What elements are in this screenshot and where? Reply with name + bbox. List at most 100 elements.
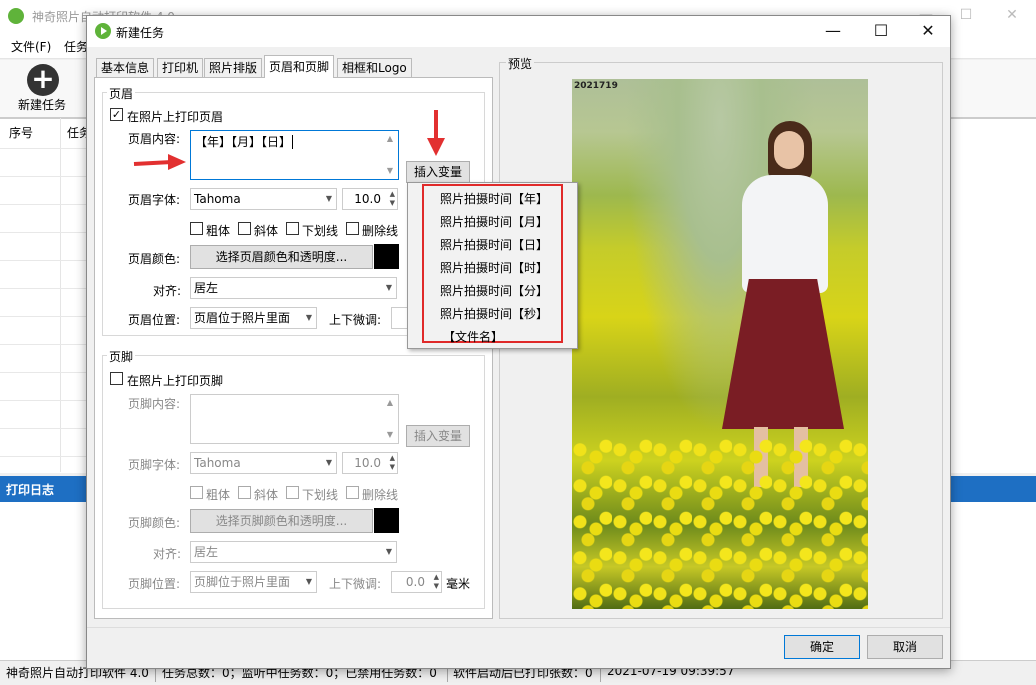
- footer-print-checkbox-label[interactable]: 在照片上打印页脚: [127, 372, 223, 389]
- footer-offset-spinner[interactable]: 0.0 ▲ ▼: [391, 571, 442, 593]
- menu-item-shoot-hour[interactable]: 照片拍摄时间【时】: [440, 259, 548, 276]
- row-line: [0, 456, 90, 457]
- photo-shirt: [742, 175, 828, 293]
- footer-color-label: 页脚颜色:: [128, 516, 181, 530]
- header-offset-label: 上下微调:: [329, 313, 382, 327]
- footer-size-value: 10.0: [354, 456, 381, 470]
- footer-underline-label[interactable]: 下划线: [302, 486, 338, 503]
- header-print-checkbox[interactable]: ✓: [110, 108, 123, 121]
- scroll-up-icon[interactable]: ▲: [383, 134, 397, 143]
- menu-task[interactable]: 任务: [64, 38, 88, 55]
- footer-bold-checkbox[interactable]: [190, 486, 203, 499]
- header-position-label: 页眉位置:: [128, 313, 181, 327]
- tab-basic-info[interactable]: 基本信息: [96, 58, 155, 77]
- tab-header-footer[interactable]: 页眉和页脚: [264, 55, 335, 78]
- menu-file[interactable]: 文件(F): [11, 38, 51, 55]
- footer-offset-value: 0.0: [405, 575, 425, 589]
- header-bold-label[interactable]: 粗体: [206, 222, 230, 239]
- tab-photo-layout[interactable]: 照片排版: [204, 58, 263, 77]
- header-position-select[interactable]: 页眉位于照片里面 ▼: [190, 307, 317, 329]
- menu-item-shoot-month[interactable]: 照片拍摄时间【月】: [440, 213, 548, 230]
- header-italic-checkbox[interactable]: [238, 222, 251, 235]
- ok-button[interactable]: 确定: [784, 635, 860, 659]
- header-print-checkbox-label[interactable]: 在照片上打印页眉: [127, 108, 223, 125]
- dialog-minimize-icon[interactable]: —: [818, 20, 848, 42]
- header-italic-label[interactable]: 斜体: [254, 222, 278, 239]
- row-line: [0, 232, 90, 233]
- footer-position-value: 页脚位于照片里面: [194, 575, 291, 589]
- footer-position-select[interactable]: 页脚位于照片里面 ▼: [190, 571, 317, 593]
- cancel-button[interactable]: 取消: [867, 635, 943, 659]
- footer-color-button[interactable]: 选择页脚颜色和透明度...: [190, 509, 373, 533]
- footer-position-label: 页脚位置:: [128, 577, 181, 591]
- preview-group-title: 预览: [506, 55, 535, 72]
- add-icon[interactable]: +: [27, 64, 59, 96]
- footer-underline-checkbox[interactable]: [286, 486, 299, 499]
- header-align-select[interactable]: 居左 ▼: [190, 277, 397, 299]
- footer-size-spinner[interactable]: 10.0 ▲ ▼: [342, 452, 398, 474]
- header-font-label: 页眉字体:: [128, 193, 181, 207]
- row-line: [0, 204, 90, 205]
- scroll-down-icon[interactable]: ▼: [383, 430, 397, 439]
- footer-strikethrough-label[interactable]: 删除线: [362, 486, 398, 503]
- footer-content-textarea[interactable]: [190, 394, 399, 444]
- header-font-select[interactable]: Tahoma ▼: [190, 188, 337, 210]
- header-color-button[interactable]: 选择页眉颜色和透明度...: [190, 245, 373, 269]
- footer-align-select[interactable]: 居左 ▼: [190, 541, 397, 563]
- close-icon[interactable]: ✕: [1002, 6, 1022, 24]
- header-strikethrough-label[interactable]: 删除线: [362, 222, 398, 239]
- row-line: [0, 288, 90, 289]
- footer-offset-label: 上下微调:: [329, 577, 382, 591]
- header-underline-checkbox[interactable]: [286, 222, 299, 235]
- footer-print-checkbox[interactable]: [110, 372, 123, 385]
- row-line: [0, 400, 90, 401]
- row-line: [0, 148, 90, 149]
- chevron-down-icon: ▼: [385, 283, 392, 292]
- spinner-arrows-icon: ▲ ▼: [389, 190, 395, 207]
- header-underline-label[interactable]: 下划线: [302, 222, 338, 239]
- menu-item-shoot-second[interactable]: 照片拍摄时间【秒】: [440, 305, 548, 322]
- menu-item-shoot-day[interactable]: 照片拍摄时间【日】: [440, 236, 548, 253]
- photo-skirt: [722, 279, 844, 429]
- tab-frame-logo[interactable]: 相框和Logo: [337, 58, 412, 77]
- scroll-down-icon[interactable]: ▼: [383, 166, 397, 175]
- spinner-arrows-icon: ▲ ▼: [433, 573, 439, 590]
- chevron-down-icon: ▼: [325, 458, 332, 467]
- footer-bold-label[interactable]: 粗体: [206, 486, 230, 503]
- footer-italic-checkbox[interactable]: [238, 486, 251, 499]
- footer-offset-unit: 毫米: [446, 577, 471, 591]
- header-insert-variable-button[interactable]: 插入变量: [406, 161, 470, 183]
- footer-insert-variable-button[interactable]: 插入变量: [406, 425, 470, 447]
- header-align-value: 居左: [194, 281, 219, 295]
- footer-italic-label[interactable]: 斜体: [254, 486, 278, 503]
- header-bold-checkbox[interactable]: [190, 222, 203, 235]
- photo-face: [774, 131, 804, 169]
- tab-printer[interactable]: 打印机: [157, 58, 204, 77]
- menu-item-shoot-year[interactable]: 照片拍摄时间【年】: [440, 190, 548, 207]
- dialog-app-icon: [95, 23, 111, 39]
- dialog-close-icon[interactable]: ✕: [913, 20, 943, 42]
- menu-item-filename[interactable]: 【文件名】: [443, 328, 503, 345]
- header-group-title: 页眉: [107, 85, 136, 102]
- photo-flowers: [572, 439, 868, 609]
- scroll-up-icon[interactable]: ▲: [383, 398, 397, 407]
- menu-item-shoot-minute[interactable]: 照片拍摄时间【分】: [440, 282, 548, 299]
- column-header-index[interactable]: 序号: [9, 124, 33, 141]
- row-line: [0, 344, 90, 345]
- footer-strikethrough-checkbox[interactable]: [346, 486, 359, 499]
- header-content-textarea[interactable]: 【年】【月】【日】: [190, 130, 399, 180]
- new-task-button-label[interactable]: 新建任务: [18, 96, 66, 113]
- dialog-divider: [87, 627, 950, 628]
- dialog-maximize-icon[interactable]: ☐: [866, 20, 896, 42]
- footer-font-value: Tahoma: [194, 456, 241, 470]
- header-color-swatch[interactable]: [374, 244, 399, 269]
- footer-color-swatch[interactable]: [374, 508, 399, 533]
- header-size-spinner[interactable]: 10.0 ▲ ▼: [342, 188, 398, 210]
- maximize-icon[interactable]: ☐: [956, 6, 976, 24]
- header-strikethrough-checkbox[interactable]: [346, 222, 359, 235]
- row-line: [0, 260, 90, 261]
- chevron-down-icon: ▼: [325, 194, 332, 203]
- footer-font-select[interactable]: Tahoma ▼: [190, 452, 337, 474]
- red-arrow-down-icon: [427, 110, 445, 156]
- footer-content-label: 页脚内容:: [128, 397, 181, 411]
